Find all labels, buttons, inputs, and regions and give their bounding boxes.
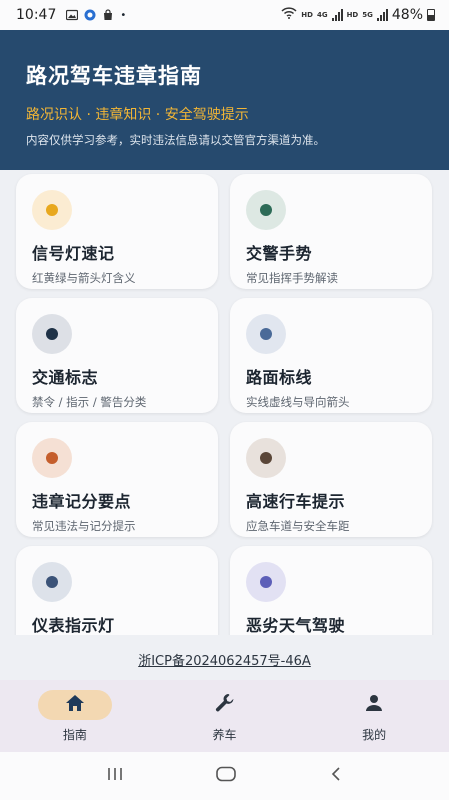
card-title: 仪表指示灯 xyxy=(32,616,115,635)
card-title: 违章记分要点 xyxy=(32,492,132,511)
card-traffic-light[interactable]: 信号灯速记 红黄绿与箭头灯含义 xyxy=(16,174,218,289)
header-subtitle: 路况识认 · 违章知识 · 安全驾驶提示 xyxy=(26,107,249,123)
nav-label: 养车 xyxy=(212,728,237,742)
card-description: 红黄绿与箭头灯含义 xyxy=(32,271,136,285)
card-violation-points[interactable]: 违章记分要点 常见违法与记分提示 xyxy=(16,422,218,537)
nav-active-indicator xyxy=(37,690,112,720)
shopping-bag-icon xyxy=(102,9,114,21)
card-description: 实线虚线与导向箭头 xyxy=(246,395,350,409)
nav-label: 我的 xyxy=(362,728,387,742)
card-icon-circle xyxy=(32,314,72,354)
card-title: 恶劣天气驾驶 xyxy=(246,616,346,635)
card-bad-weather[interactable]: 恶劣天气驾驶 xyxy=(230,546,432,635)
more-notifications-dot: • xyxy=(120,9,127,21)
police-gesture-icon xyxy=(260,204,272,216)
card-icon-circle xyxy=(246,190,286,230)
card-icon-circle xyxy=(32,190,72,230)
card-traffic-sign[interactable]: 交通标志 禁令 / 指示 / 警告分类 xyxy=(16,298,218,413)
card-title: 信号灯速记 xyxy=(32,244,115,263)
card-title: 交通标志 xyxy=(32,368,99,387)
card-icon-circle xyxy=(246,562,286,602)
hd-label-1: HD xyxy=(301,11,313,19)
card-title: 路面标线 xyxy=(246,368,313,387)
system-nav-bar xyxy=(0,752,449,800)
guide-card-grid: 信号灯速记 红黄绿与箭头灯含义 交警手势 常见指挥手势解读 交通标志 禁令 / … xyxy=(0,170,449,635)
card-road-marking[interactable]: 路面标线 实线虚线与导向箭头 xyxy=(230,298,432,413)
network-4g-label: 4G xyxy=(316,11,328,19)
battery-icon xyxy=(427,9,435,21)
traffic-light-icon xyxy=(46,204,58,216)
recent-apps-button[interactable] xyxy=(105,766,125,786)
home-button[interactable] xyxy=(215,766,237,786)
dashboard-light-icon xyxy=(46,576,58,588)
highway-icon xyxy=(260,452,272,464)
home-icon xyxy=(65,694,85,716)
battery-percent: 48% xyxy=(391,7,423,23)
signal-strength-icon-1 xyxy=(331,9,343,21)
hd-label-2: HD xyxy=(346,11,359,19)
card-icon-circle xyxy=(32,438,72,478)
icp-record-link[interactable]: 浙ICP备2024062457号-46A xyxy=(0,650,449,669)
card-highway-tips[interactable]: 高速行车提示 应急车道与安全车距 xyxy=(230,422,432,537)
header-disclaimer: 内容仅供学习参考，实时违法信息请以交管官方渠道为准。 xyxy=(26,133,325,147)
network-5g-label: 5G xyxy=(362,11,373,19)
nav-label: 指南 xyxy=(62,728,87,742)
card-icon-circle xyxy=(246,438,286,478)
road-marking-icon xyxy=(260,328,272,340)
signal-strength-icon-2 xyxy=(376,9,388,21)
card-title: 高速行车提示 xyxy=(246,492,346,511)
nav-item-car-care[interactable]: 养车 xyxy=(150,680,300,752)
nav-item-profile[interactable]: 我的 xyxy=(299,680,449,752)
gallery-icon xyxy=(66,9,79,21)
card-police-gesture[interactable]: 交警手势 常见指挥手势解读 xyxy=(230,174,432,289)
page-title: 路况驾车违章指南 xyxy=(26,64,202,88)
bottom-nav: 指南 养车 我的 xyxy=(0,680,449,752)
status-time: 10:47 xyxy=(16,7,57,23)
violation-points-icon xyxy=(46,452,58,464)
card-dashboard-lights[interactable]: 仪表指示灯 xyxy=(16,546,218,635)
app-header: 路况驾车违章指南 路况识认 · 违章知识 · 安全驾驶提示 内容仅供学习参考，实… xyxy=(0,30,449,170)
app-notification-icon xyxy=(84,9,96,21)
card-title: 交警手势 xyxy=(246,244,313,263)
person-icon xyxy=(364,693,384,717)
bad-weather-icon xyxy=(260,576,272,588)
card-description: 禁令 / 指示 / 警告分类 xyxy=(32,395,147,409)
nav-item-guide[interactable]: 指南 xyxy=(0,680,150,752)
card-icon-circle xyxy=(32,562,72,602)
card-description: 应急车道与安全车距 xyxy=(246,519,350,533)
traffic-sign-icon xyxy=(46,328,58,340)
wrench-icon xyxy=(214,692,236,718)
status-bar: 10:47 • HD 4G HD 5G 48% xyxy=(0,0,449,30)
wifi-icon xyxy=(281,7,297,23)
card-description: 常见违法与记分提示 xyxy=(32,519,136,533)
card-description: 常见指挥手势解读 xyxy=(246,271,338,285)
card-icon-circle xyxy=(246,314,286,354)
back-button[interactable] xyxy=(328,766,344,786)
